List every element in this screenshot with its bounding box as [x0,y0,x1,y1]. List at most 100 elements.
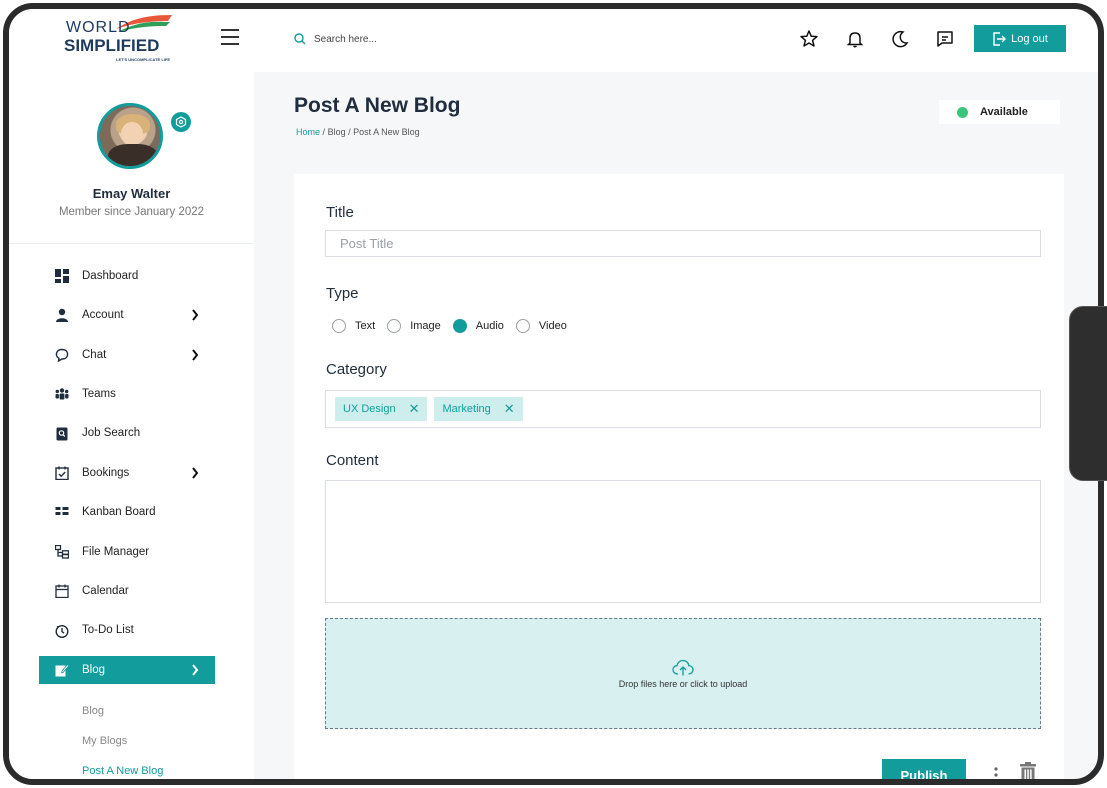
radio-checked-icon [452,319,467,333]
top-bar: WORLD SIMPLIFIED LET'S UNCOMPLICATE LIFE… [9,9,1098,72]
radio-label: Text [355,320,376,332]
radio-circle-icon [387,319,402,333]
post-form-card: Title Type Text Image Audio Video Catego… [294,174,1064,784]
type-radio-video[interactable]: Video [515,319,567,333]
breadcrumb-separator: / [348,127,351,137]
brand-logo[interactable]: WORLD SIMPLIFIED LET'S UNCOMPLICATE LIFE [64,15,176,65]
more-options-icon[interactable] [992,766,1000,784]
sidebar-item-label: Dashboard [82,269,139,282]
type-radio-text[interactable]: Text [332,319,375,333]
category-tag-input[interactable]: UX Design ✕ Marketing ✕ [325,390,1041,428]
sidebar-item-label: Teams [82,387,116,400]
brand-line1: WORLD [66,19,131,36]
star-icon[interactable] [799,29,819,49]
title-label: Title [326,204,354,221]
tag-label: Marketing [442,403,491,415]
member-since: Member since January 2022 [58,206,205,218]
sidebar-item-account[interactable]: Account [39,301,215,329]
sidebar-subitem-my-blogs[interactable]: My Blogs [82,735,127,747]
bell-icon[interactable] [845,29,865,49]
chevron-right-icon [192,664,199,676]
sidebar-item-blog[interactable]: Blog [39,655,215,684]
sidebar-item-dashboard[interactable]: Dashboard [39,262,215,290]
sidebar-item-label: Chat [82,348,107,361]
sidebar-item-label: File Manager [82,545,150,558]
radio-label: Video [538,320,567,332]
moon-icon[interactable] [890,29,910,49]
kanban-icon [55,507,69,516]
breadcrumb-home[interactable]: Home [296,127,320,137]
calendar-icon [55,584,69,599]
job-search-icon [56,427,68,441]
search-bar [294,29,454,49]
type-label: Type [326,285,359,302]
upload-hint: Drop files here or click to upload [618,678,748,689]
remove-tag-icon[interactable]: ✕ [409,401,420,417]
status-dot-icon [957,106,968,118]
sidebar-item-label: Blog [82,663,106,676]
breadcrumb-blog[interactable]: Blog [328,127,346,137]
chevron-right-icon [192,309,199,322]
category-tag: UX Design ✕ [335,397,428,421]
avatar[interactable] [97,103,163,169]
sidebar-item-job-search[interactable]: Job Search [39,420,215,448]
category-tag: Marketing ✕ [434,397,523,421]
search-icon [294,33,306,45]
page-title: Post A New Blog [294,94,461,117]
sidebar-item-teams[interactable]: Teams [39,380,215,408]
sidebar-item-calendar[interactable]: Calendar [39,577,215,605]
bookings-icon [55,466,69,480]
chat-icon [55,348,69,362]
brand-line2: SIMPLIFIED [64,36,160,55]
sidebar-divider [9,243,254,244]
content-editor[interactable] [325,480,1041,603]
sidebar-item-todo-list[interactable]: To-Do List [39,617,215,645]
status-label: Available [980,106,1028,118]
type-radio-group: Text Image Audio Video [332,319,579,333]
status-badge[interactable]: Available [939,100,1060,124]
radio-circle-icon [515,319,530,333]
logout-button[interactable]: Log out [974,25,1066,52]
menu-toggle-icon[interactable] [221,29,239,45]
sidebar: Emay Walter Member since January 2022 Da… [9,72,254,779]
breadcrumb-separator: / [322,127,326,137]
radio-circle-icon [332,319,346,333]
type-radio-audio[interactable]: Audio [452,319,504,333]
cloud-upload-icon [672,659,694,675]
radio-label: Audio [475,320,504,332]
chevron-right-icon [192,467,199,479]
sidebar-subitem-post-new-blog[interactable]: Post A New Blog [82,765,163,777]
breadcrumb-current: Post A New Blog [353,127,420,137]
sidebar-item-label: Bookings [82,466,130,479]
category-label: Category [326,361,387,378]
device-frame: WORLD SIMPLIFIED LET'S UNCOMPLICATE LIFE… [3,3,1104,785]
user-icon [56,309,68,323]
sidebar-item-label: Kanban Board [82,506,156,519]
content-label: Content [326,452,379,469]
device-side-handle [1069,306,1107,481]
radio-label: Image [410,320,441,332]
brand-tagline: LET'S UNCOMPLICATE LIFE [116,57,170,62]
search-input[interactable] [314,33,454,45]
trash-icon[interactable] [1019,762,1037,782]
sidebar-item-chat[interactable]: Chat [39,341,215,369]
timer-icon [55,624,69,638]
sidebar-item-bookings[interactable]: Bookings [39,459,215,487]
profile-settings-icon[interactable] [171,112,191,132]
sidebar-item-label: Job Search [82,427,141,440]
file-dropzone[interactable]: Drop files here or click to upload [325,618,1041,729]
publish-button[interactable]: Publish [882,759,966,779]
teams-icon [55,388,69,400]
sidebar-subitem-blog[interactable]: Blog [82,705,104,717]
sidebar-item-label: Calendar [82,584,129,597]
logout-icon [993,31,1007,46]
remove-tag-icon[interactable]: ✕ [504,401,515,417]
message-icon[interactable] [935,29,955,49]
logout-label: Log out [1011,32,1048,45]
sidebar-item-label: Account [82,309,124,322]
sidebar-item-kanban-board[interactable]: Kanban Board [39,498,215,526]
sidebar-item-file-manager[interactable]: File Manager [39,538,215,566]
file-manager-icon [55,544,69,559]
type-radio-image[interactable]: Image [387,319,441,333]
post-title-input[interactable] [325,230,1041,257]
